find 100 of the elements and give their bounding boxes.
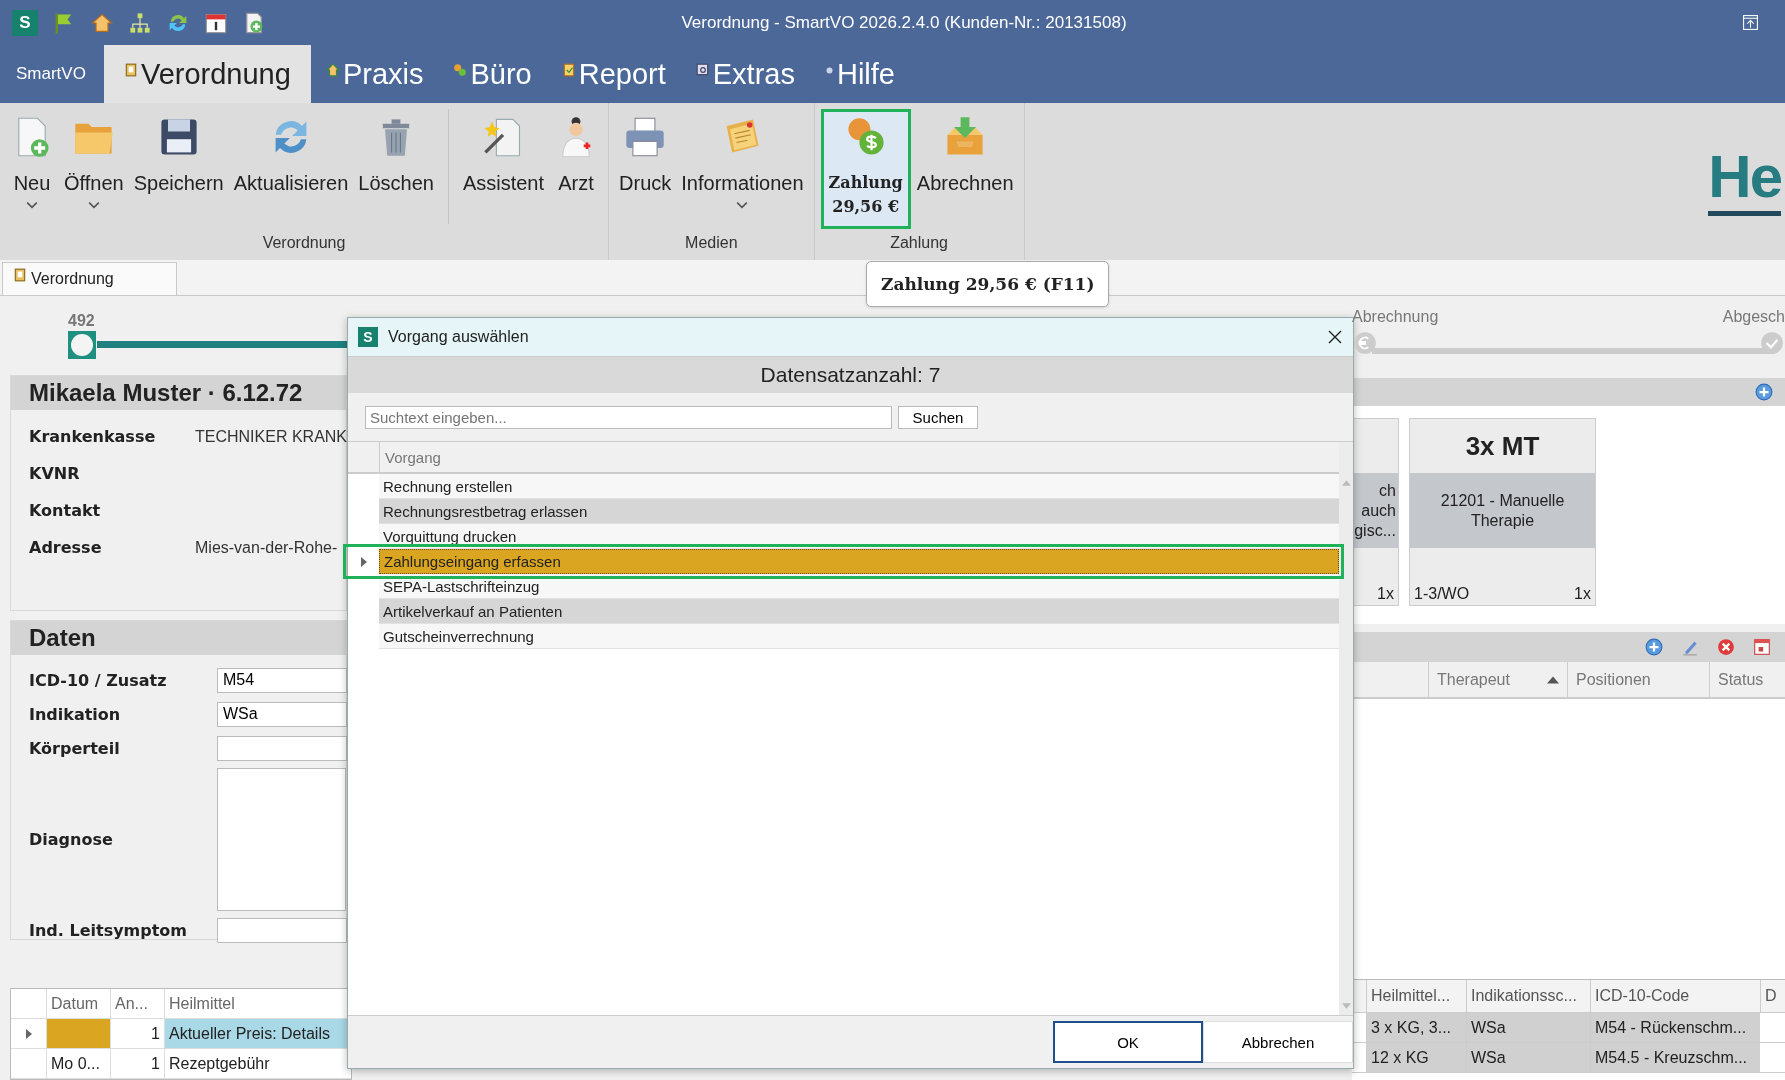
ribbon-button[interactable]: Assistent bbox=[458, 109, 549, 231]
home-icon bbox=[325, 63, 340, 77]
delete-icon[interactable] bbox=[1717, 638, 1735, 656]
table-cell: 3 x KG, 3... bbox=[1366, 1013, 1466, 1042]
field-label: Adresse bbox=[29, 538, 103, 558]
table-cell-text: Rezeptgebühr bbox=[168, 1053, 271, 1074]
input-field[interactable]: M54 bbox=[217, 667, 347, 693]
dialog-button[interactable]: OK bbox=[1053, 1021, 1203, 1063]
ribbon-button[interactable]: Aktualisieren bbox=[229, 109, 353, 231]
app-logo: S bbox=[12, 9, 38, 36]
hierarchy-icon[interactable] bbox=[128, 10, 152, 35]
column-header[interactable]: Therapeut bbox=[1428, 662, 1567, 697]
field-label: Körperteil bbox=[29, 738, 121, 758]
field-label: ICD-10 / Zusatz bbox=[29, 670, 168, 690]
column-header[interactable]: Heilmittel... bbox=[1366, 980, 1466, 1012]
column-header[interactable]: Heilmittel bbox=[165, 989, 351, 1018]
ribbon-button[interactable]: Abrechnen bbox=[912, 109, 1018, 231]
input-field[interactable]: WSa bbox=[217, 701, 347, 727]
section-title: Daten bbox=[11, 621, 346, 655]
ribbon-button[interactable]: Zahlung 29,56 € bbox=[820, 109, 911, 229]
list-row[interactable]: Gutscheinverrechnung bbox=[379, 624, 1339, 649]
field-label: KVNR bbox=[29, 464, 81, 484]
add-icon[interactable] bbox=[1645, 638, 1663, 656]
close-icon[interactable] bbox=[1327, 329, 1343, 345]
patient-name: Mikaela Muster · 6.12.72 bbox=[11, 376, 346, 411]
field-label: Krankenkasse bbox=[29, 427, 157, 447]
column-header[interactable]: Positionen bbox=[1567, 662, 1709, 697]
step-node-icon bbox=[67, 329, 97, 360]
ribbon-group-label: Verordnung bbox=[261, 234, 347, 253]
dialog-title: Vorgang auswählen bbox=[388, 328, 530, 346]
menu-tab[interactable]: SmartVO bbox=[0, 45, 104, 103]
list-row[interactable]: Zahlungseingang erfassen bbox=[379, 549, 1339, 574]
clipboard-icon bbox=[13, 268, 27, 282]
ribbon-button[interactable]: Informationen bbox=[677, 109, 808, 231]
add-icon[interactable] bbox=[1755, 383, 1773, 401]
edit-icon[interactable] bbox=[1681, 638, 1699, 656]
therapy-card[interactable]: ch auch gisc... 1x bbox=[1352, 418, 1399, 606]
column-header[interactable]: An... bbox=[111, 989, 165, 1018]
column-header[interactable]: Datum bbox=[47, 989, 111, 1018]
card-title: 3x MT bbox=[1464, 429, 1541, 463]
ribbon-button[interactable]: Speichern bbox=[129, 109, 228, 231]
menu-tab[interactable]: Report bbox=[546, 45, 681, 103]
table-cell: M54.5 - Kreuzschm... bbox=[1590, 1043, 1760, 1072]
card-text: 21201 - Manuelle Therapie bbox=[1439, 490, 1566, 531]
menu-tab[interactable]: Verordnung bbox=[103, 45, 311, 103]
field-label: Ind. Leitsymptom bbox=[29, 920, 188, 940]
card-frequency: 1-3/WO bbox=[1414, 585, 1470, 603]
text-area[interactable] bbox=[217, 767, 346, 911]
window-icon bbox=[695, 63, 710, 77]
column-header[interactable]: ICD-10-Code bbox=[1590, 980, 1760, 1012]
search-button[interactable]: Suchen bbox=[898, 405, 978, 429]
ribbon-button[interactable]: Druck bbox=[615, 109, 676, 231]
coins-icon bbox=[453, 63, 468, 77]
menu-tab[interactable]: Praxis bbox=[310, 45, 439, 103]
row-pointer-icon bbox=[360, 556, 367, 567]
tooltip: Zahlung 29,56 € (F11) bbox=[866, 261, 1110, 307]
ribbon-button[interactable]: Öffnen bbox=[60, 109, 128, 231]
field-label: Diagnose bbox=[29, 829, 114, 849]
column-header[interactable]: Indikationssc... bbox=[1466, 980, 1590, 1012]
field-label: Kontakt bbox=[29, 501, 102, 521]
step-label: Abgesch bbox=[1722, 308, 1785, 326]
table-cell: Mo 0... bbox=[47, 1049, 111, 1078]
input-field[interactable] bbox=[217, 735, 347, 761]
list-row[interactable]: Rechnung erstellen bbox=[379, 474, 1339, 499]
table-cell: M54 - Rückenschm... bbox=[1590, 1013, 1760, 1042]
step-label: Abrechnung bbox=[1352, 308, 1439, 326]
column-header[interactable]: Status bbox=[1709, 662, 1785, 697]
table-cell: WSa bbox=[1466, 1043, 1590, 1072]
list-row[interactable]: Artikelverkauf an Patienten bbox=[379, 599, 1339, 624]
company-logo: He bbox=[1708, 147, 1781, 216]
card-count: 1x bbox=[1574, 585, 1591, 603]
ribbon-button[interactable]: Arzt bbox=[550, 109, 603, 231]
check-step-icon bbox=[1759, 330, 1785, 356]
field-value: TECHNIKER KRANK bbox=[195, 427, 348, 446]
search-field[interactable]: Suchtext eingeben... bbox=[365, 405, 892, 429]
menu-tab[interactable]: Hilfe bbox=[809, 45, 910, 103]
restore-icon[interactable] bbox=[1742, 14, 1759, 31]
field-label: Indikation bbox=[29, 704, 122, 724]
ribbon-group-label: Zahlung bbox=[889, 234, 949, 253]
document-tab[interactable]: Verordnung bbox=[2, 262, 177, 295]
dialog-button[interactable]: Abbrechen bbox=[1203, 1021, 1353, 1063]
ribbon-button[interactable]: Löschen bbox=[354, 109, 438, 231]
clipboard-icon bbox=[123, 63, 138, 77]
menu-tab[interactable]: Extras bbox=[680, 45, 810, 103]
card-count: 1x bbox=[1377, 585, 1394, 603]
window-title: Verordnung - SmartVO 2026.2.4.0 (Kunden-Nr.: 20131508) bbox=[680, 12, 1128, 33]
ribbon-button[interactable]: Neu bbox=[6, 109, 58, 231]
card-text: ch bbox=[1379, 480, 1396, 501]
checklist-icon bbox=[561, 63, 576, 77]
card-text: auch bbox=[1361, 500, 1396, 521]
table-cell: 1 bbox=[111, 1049, 165, 1078]
table-cell: 12 x KG bbox=[1366, 1043, 1466, 1072]
input-field[interactable] bbox=[217, 917, 347, 943]
list-row[interactable]: Rechnungsrestbetrag erlassen bbox=[379, 499, 1339, 524]
therapy-card[interactable]: 3x MT 21201 - Manuelle Therapie 1-3/WO 1x bbox=[1409, 418, 1596, 606]
row-pointer-icon bbox=[25, 1028, 32, 1039]
column-header[interactable]: D bbox=[1760, 980, 1782, 1012]
card-text: gisc... bbox=[1354, 520, 1396, 541]
menu-tab[interactable]: Büro bbox=[438, 45, 547, 103]
ribbon-group-label: Medien bbox=[684, 234, 739, 253]
